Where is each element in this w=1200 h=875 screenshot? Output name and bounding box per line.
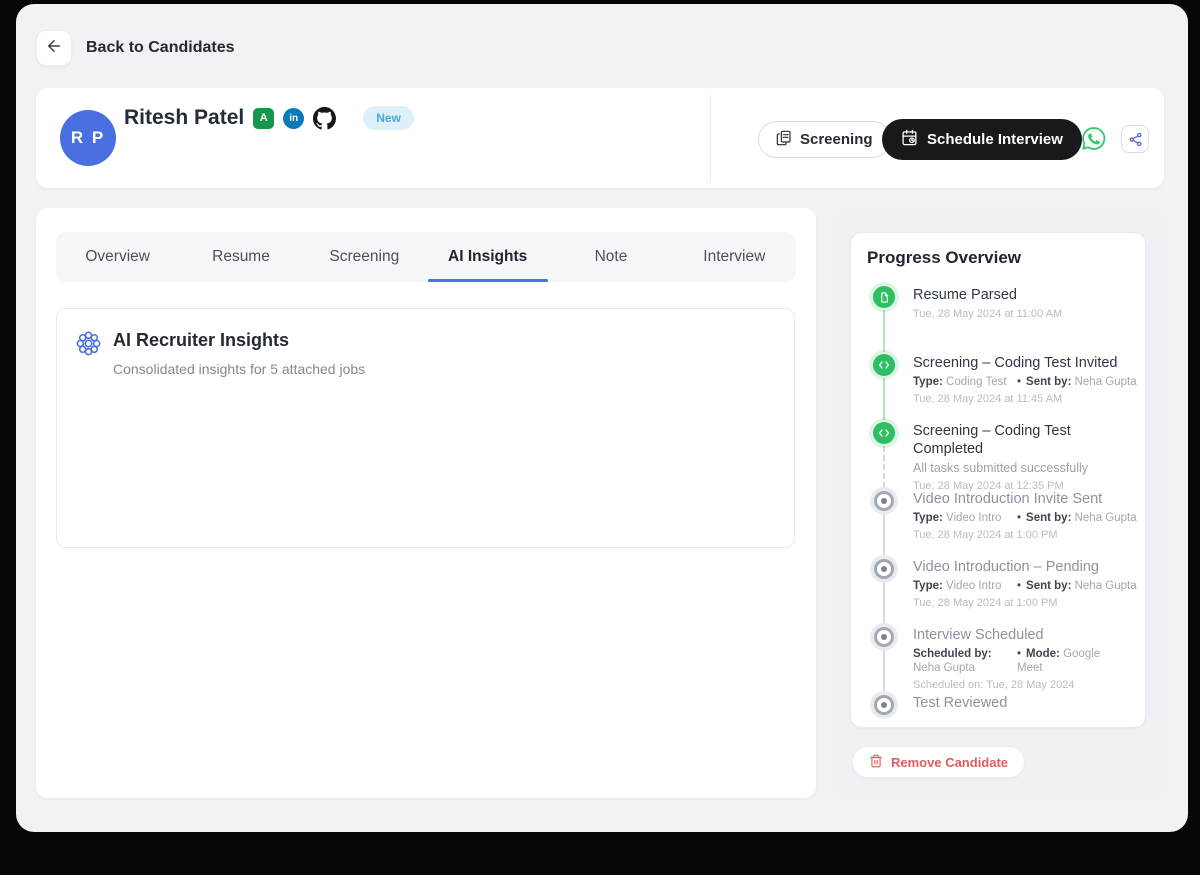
- tab-screening[interactable]: Screening: [303, 232, 426, 282]
- tab-note[interactable]: Note: [549, 232, 672, 282]
- ai-rosette-icon: [75, 330, 102, 362]
- timeline-item-meta: Scheduled by: Neha Gupta•Mode: Google Me…: [913, 647, 1141, 675]
- main-content-card: OverviewResumeScreeningAI InsightsNoteIn…: [36, 208, 816, 798]
- timeline-item-title: Screening – Coding Test Invited: [913, 354, 1141, 372]
- pending-dot-icon: [874, 491, 894, 511]
- status-badge: New: [363, 106, 414, 130]
- tab-overview[interactable]: Overview: [56, 232, 179, 282]
- timeline-connector: [883, 446, 885, 488]
- candidate-card: R P Ritesh Patel A in New Frontend Devel…: [36, 88, 1164, 188]
- timeline-connector: [883, 378, 885, 420]
- pending-dot-icon: [874, 627, 894, 647]
- bullet-separator: •: [1017, 648, 1021, 660]
- timeline-item-title: Interview Scheduled: [913, 626, 1141, 644]
- candidate-name-row: Ritesh Patel A in New: [124, 106, 414, 130]
- progress-title: Progress Overview: [867, 248, 1021, 268]
- trash-icon: [869, 754, 883, 771]
- timeline-item: Screening – Coding Test Invited Type: Cod…: [913, 354, 1141, 406]
- share-icon[interactable]: [1121, 125, 1149, 153]
- app-surface: Back to Candidates R P Ritesh Patel A in…: [16, 4, 1188, 832]
- linkedin-icon[interactable]: in: [283, 108, 304, 129]
- ai-insights-card: AI Recruiter Insights Consolidated insig…: [56, 308, 795, 548]
- pending-dot-icon: [874, 695, 894, 715]
- timeline-item-meta: Type: Video Intro•Sent by: Neha Gupta: [913, 511, 1141, 525]
- timeline-item-timestamp: Tue, 28 May 2024 at 11:45 AM: [913, 393, 1141, 406]
- back-label: Back to Candidates: [86, 39, 234, 57]
- resume-icon: [873, 286, 895, 308]
- a-badge[interactable]: A: [253, 108, 274, 129]
- remove-candidate-button[interactable]: Remove Candidate: [852, 746, 1025, 778]
- timeline-connector: [883, 310, 885, 352]
- github-icon[interactable]: [313, 107, 336, 130]
- screening-button[interactable]: Screening: [758, 121, 891, 158]
- timeline-item-timestamp: Tue, 28 May 2024 at 11:00 AM: [913, 308, 1141, 321]
- avatar: R P: [60, 110, 116, 166]
- timeline-item-meta: Type: Video Intro•Sent by: Neha Gupta: [913, 579, 1141, 593]
- schedule-interview-button[interactable]: Schedule Interview: [882, 119, 1082, 160]
- timeline-item-title: Resume Parsed: [913, 286, 1141, 304]
- divider: [710, 95, 711, 181]
- timeline: Resume ParsedTue, 28 May 2024 at 11:00 A…: [867, 281, 1137, 727]
- back-button[interactable]: [36, 30, 72, 66]
- timeline-item-timestamp: Tue, 28 May 2024 at 1:00 PM: [913, 529, 1141, 542]
- timeline-connector: [883, 650, 885, 692]
- timeline-item-subtitle: All tasks submitted successfully: [913, 461, 1141, 476]
- calendar-clock-icon: [901, 129, 918, 150]
- tab-interview[interactable]: Interview: [673, 232, 796, 282]
- timeline-connector: [883, 582, 885, 624]
- right-panel: Progress Overview Resume Parsed Tue, 28 M…: [832, 208, 1166, 798]
- timeline-item-timestamp: Tue, 28 May 2024 at 1:00 PM: [913, 597, 1141, 610]
- whatsapp-icon[interactable]: [1079, 124, 1108, 153]
- candidate-name: Ritesh Patel: [124, 106, 244, 130]
- timeline-item-timestamp: Scheduled on: Tue, 28 May 2024: [913, 679, 1141, 692]
- ai-insights-title: AI Recruiter Insights: [113, 330, 289, 351]
- progress-overview-card: Progress Overview Resume Parsed Tue, 28 M…: [850, 232, 1146, 728]
- timeline-item: Video Introduction – Pending Type: Video …: [913, 558, 1141, 610]
- timeline-item: Screening – Coding Test Completed All tas…: [913, 422, 1141, 493]
- bullet-separator: •: [1017, 512, 1021, 524]
- timeline-item: Interview Scheduled Scheduled by: Neha Gu…: [913, 626, 1141, 692]
- bullet-separator: •: [1017, 580, 1021, 592]
- clipboard-icon: [776, 130, 792, 150]
- bullet-separator: •: [1017, 376, 1021, 388]
- tab-bar: OverviewResumeScreeningAI InsightsNoteIn…: [56, 232, 796, 282]
- arrow-left-icon: [45, 37, 63, 60]
- ai-insights-subtitle: Consolidated insights for 5 attached job…: [113, 361, 365, 377]
- timeline-item: Video Introduction Invite Sent Type: Vide…: [913, 490, 1141, 542]
- timeline-item-title: Test Reviewed: [913, 694, 1141, 712]
- code-icon: [873, 354, 895, 376]
- timeline-item-meta: Type: Coding Test•Sent by: Neha Gupta: [913, 375, 1141, 389]
- topbar: Back to Candidates: [36, 30, 234, 66]
- timeline-item-title: Video Introduction – Pending: [913, 558, 1141, 576]
- pending-dot-icon: [874, 559, 894, 579]
- timeline-item-title: Screening – Coding Test Completed: [913, 422, 1141, 458]
- timeline-item: Test Reviewed: [913, 694, 1141, 712]
- tab-ai-insights[interactable]: AI Insights: [426, 232, 549, 282]
- active-tab-underline: [428, 279, 548, 282]
- timeline-item-title: Video Introduction Invite Sent: [913, 490, 1141, 508]
- timeline-connector: [883, 514, 885, 556]
- code-icon: [873, 422, 895, 444]
- timeline-item: Resume Parsed Tue, 28 May 2024 at 11:00 A…: [913, 286, 1141, 321]
- tab-resume[interactable]: Resume: [179, 232, 302, 282]
